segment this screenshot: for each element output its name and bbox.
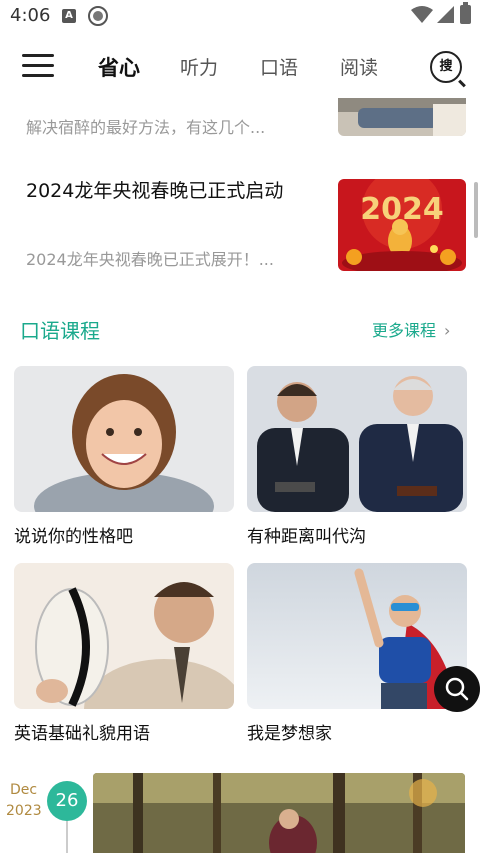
course-title: 我是梦想家 bbox=[247, 724, 332, 744]
course-card[interactable]: 我是梦想家 bbox=[247, 563, 467, 744]
status-bar: 4:06 A bbox=[0, 0, 480, 34]
search-button[interactable]: 搜 bbox=[430, 51, 462, 83]
scrollbar[interactable] bbox=[474, 182, 478, 238]
sync-icon bbox=[88, 6, 108, 26]
news-desc: 解决宿醉的最好方法，有这几个... bbox=[26, 118, 266, 137]
tab-shengxin[interactable]: 省心 bbox=[98, 52, 140, 82]
wifi-icon bbox=[411, 6, 433, 23]
battery-icon bbox=[460, 2, 471, 24]
course-image bbox=[14, 563, 234, 709]
tab-listening[interactable]: 听力 bbox=[180, 53, 218, 80]
news-desc: 2024龙年央视春晚已正式展开！... bbox=[26, 250, 274, 269]
section-title: 口语课程 bbox=[20, 319, 100, 343]
news-item[interactable]: 解决宿醉的最好方法，有这几个... bbox=[0, 98, 480, 142]
timeline-month: Dec bbox=[10, 782, 38, 798]
timeline-photo[interactable] bbox=[93, 773, 465, 853]
timeline-year: 2023 bbox=[6, 803, 42, 819]
more-courses-link[interactable]: 更多课程 › bbox=[372, 317, 450, 341]
tab-speaking[interactable]: 口语 bbox=[260, 53, 298, 80]
course-title: 说说你的性格吧 bbox=[14, 527, 133, 547]
news-item[interactable]: 2024龙年央视春晚已正式启动 2024龙年央视春晚已正式展开！... 2024 bbox=[0, 170, 480, 280]
timeline-day-badge: 26 bbox=[47, 781, 87, 821]
timeline-line bbox=[66, 821, 68, 853]
status-time: 4:06 bbox=[10, 5, 51, 26]
cell-signal-icon bbox=[437, 6, 454, 23]
course-title: 英语基础礼貌用语 bbox=[14, 724, 150, 744]
course-image bbox=[247, 366, 467, 512]
chevron-right-icon: › bbox=[444, 321, 451, 340]
news-title: 2024龙年央视春晚已正式启动 bbox=[26, 180, 284, 202]
course-image bbox=[14, 366, 234, 512]
search-icon bbox=[445, 677, 469, 701]
course-title: 有种距离叫代沟 bbox=[247, 527, 366, 547]
news-thumbnail: 2024 bbox=[338, 179, 466, 271]
app-a-icon: A bbox=[62, 9, 76, 23]
tab-reading[interactable]: 阅读 bbox=[340, 53, 378, 80]
menu-icon[interactable] bbox=[22, 54, 54, 78]
course-card[interactable]: 说说你的性格吧 bbox=[14, 366, 234, 547]
course-card[interactable]: 有种距离叫代沟 bbox=[247, 366, 467, 547]
news-thumbnail bbox=[338, 98, 466, 136]
top-nav: 省心 听力 口语 阅读 搜 bbox=[0, 34, 480, 98]
course-card[interactable]: 英语基础礼貌用语 bbox=[14, 563, 234, 744]
floating-search-button[interactable] bbox=[434, 666, 480, 712]
